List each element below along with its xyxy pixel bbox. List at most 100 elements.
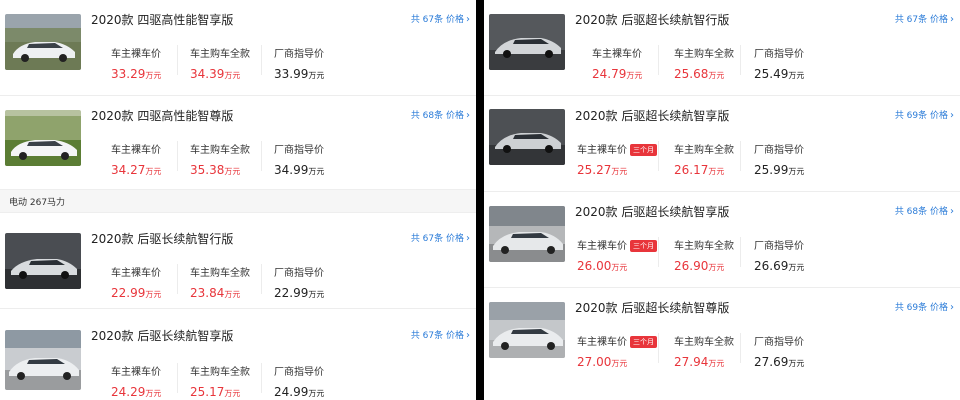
car-thumbnail[interactable] xyxy=(489,302,565,358)
price-count-text: 共 67条 价格 xyxy=(894,15,948,25)
chevron-right-icon: › xyxy=(950,110,954,121)
promo-tag: 三个月 xyxy=(630,336,657,348)
owner-full-price-value: 35.38 xyxy=(190,163,225,177)
car-thumbnail[interactable] xyxy=(5,330,81,390)
owner-full-price-value: 25.17 xyxy=(190,385,225,399)
msrp-price-label: 厂商指导价 xyxy=(754,145,804,156)
car-thumbnail[interactable] xyxy=(489,109,565,165)
car-trim-title[interactable]: 2020款 四驱高性能智享版 xyxy=(91,11,233,28)
car-thumbnail[interactable] xyxy=(489,14,565,70)
msrp-price-label: 厂商指导价 xyxy=(274,49,324,60)
msrp-price-label: 厂商指导价 xyxy=(274,367,324,378)
price-unit: 万元 xyxy=(308,389,325,398)
price-count-link[interactable]: 共 67条 价格 › xyxy=(411,328,470,341)
car-card[interactable]: 2020款 后驱超长续航智尊版 共 69条 价格 › 车主裸车价 三个月 27.00… xyxy=(484,288,960,384)
car-card[interactable]: 2020款 后驱超长续航智享版 共 69条 价格 › 车主裸车价 三个月 25.27… xyxy=(484,96,960,192)
car-card[interactable]: 2020款 后驱长续航智行版 共 67条 价格 › 车主裸车价 22.99万元 车… xyxy=(0,213,476,309)
engine-section-header: 电动 267马力 xyxy=(0,189,476,213)
msrp-price: 厂商指导价 25.49万元 xyxy=(754,45,804,82)
price-count-text: 共 67条 价格 xyxy=(410,15,464,25)
owner-full-price-value: 23.84 xyxy=(190,286,225,300)
owner-bare-price-label: 车主裸车价 xyxy=(577,241,627,252)
chevron-right-icon: › xyxy=(950,302,954,313)
car-thumbnail[interactable] xyxy=(5,233,81,289)
car-trim-title[interactable]: 2020款 后驱长续航智行版 xyxy=(91,230,233,247)
price-unit: 万元 xyxy=(611,167,628,176)
price-count-link[interactable]: 共 69条 价格 › xyxy=(895,108,954,121)
price-unit: 万元 xyxy=(788,359,805,368)
owner-bare-price: 车主裸车价 三个月 27.00万元 xyxy=(577,333,657,370)
owner-bare-price-label: 车主裸车价 xyxy=(577,337,627,348)
car-card[interactable]: 2020款 四驱高性能智享版 共 67条 价格 › 车主裸车价 33.29万元 车… xyxy=(0,0,476,96)
owner-full-price-label: 车主购车全款 xyxy=(190,268,250,279)
owner-full-price-label: 车主购车全款 xyxy=(190,49,250,60)
chevron-right-icon: › xyxy=(466,110,470,121)
price-unit: 万元 xyxy=(145,389,162,398)
owner-full-price: 车主购车全款 27.94万元 xyxy=(674,333,734,370)
price-count-link[interactable]: 共 68条 价格 › xyxy=(895,204,954,217)
car-trim-title[interactable]: 2020款 四驱高性能智尊版 xyxy=(91,107,233,124)
price-count-text: 共 69条 价格 xyxy=(894,111,948,121)
car-thumbnail[interactable] xyxy=(5,14,81,70)
msrp-price: 厂商指导价 26.69万元 xyxy=(754,237,804,274)
price-unit: 万元 xyxy=(708,359,725,368)
price-unit: 万元 xyxy=(788,263,805,272)
chevron-right-icon: › xyxy=(466,330,470,341)
car-trim-title[interactable]: 2020款 后驱超长续航智享版 xyxy=(575,203,729,220)
car-trim-title[interactable]: 2020款 后驱超长续航智行版 xyxy=(575,11,729,28)
owner-bare-price: 车主裸车价 三个月 26.00万元 xyxy=(577,237,657,274)
price-count-link[interactable]: 共 69条 价格 › xyxy=(895,300,954,313)
owner-bare-price-label: 车主裸车价 xyxy=(592,49,642,60)
price-unit: 万元 xyxy=(626,71,643,80)
promo-tag: 三个月 xyxy=(630,240,657,252)
car-trim-title[interactable]: 2020款 后驱超长续航智享版 xyxy=(575,107,729,124)
owner-full-price: 车主购车全款 35.38万元 xyxy=(190,141,250,178)
owner-bare-price: 车主裸车价 22.99万元 xyxy=(111,264,161,301)
car-trim-title[interactable]: 2020款 后驱长续航智享版 xyxy=(91,327,233,344)
owner-bare-price: 车主裸车价 24.29万元 xyxy=(111,363,161,400)
left-panel: 2020款 四驱高性能智享版 共 67条 价格 › 车主裸车价 33.29万元 车… xyxy=(0,0,476,400)
msrp-price-label: 厂商指导价 xyxy=(754,49,804,60)
price-unit: 万元 xyxy=(611,359,628,368)
price-unit: 万元 xyxy=(611,263,628,272)
owner-bare-price: 车主裸车价 三个月 25.27万元 xyxy=(577,141,657,178)
price-unit: 万元 xyxy=(224,290,241,299)
msrp-price-value: 25.49 xyxy=(754,67,789,81)
msrp-price: 厂商指导价 25.99万元 xyxy=(754,141,804,178)
car-trim-title[interactable]: 2020款 后驱超长续航智尊版 xyxy=(575,299,729,316)
owner-full-price: 车主购车全款 26.90万元 xyxy=(674,237,734,274)
car-thumbnail[interactable] xyxy=(489,206,565,262)
car-card[interactable]: 2020款 后驱长续航智享版 共 67条 价格 › 车主裸车价 24.29万元 车… xyxy=(0,309,476,400)
owner-bare-price-value: 33.29 xyxy=(111,67,146,81)
owner-bare-price-label: 车主裸车价 xyxy=(111,145,161,156)
owner-full-price: 车主购车全款 25.17万元 xyxy=(190,363,250,400)
price-unit: 万元 xyxy=(145,167,162,176)
owner-bare-price-value: 24.29 xyxy=(111,385,146,399)
owner-bare-price-label: 车主裸车价 xyxy=(111,268,161,279)
owner-bare-price-value: 26.00 xyxy=(577,259,612,273)
owner-bare-price-value: 34.27 xyxy=(111,163,146,177)
price-count-link[interactable]: 共 67条 价格 › xyxy=(895,12,954,25)
owner-full-price-label: 车主购车全款 xyxy=(674,49,734,60)
owner-bare-price-label: 车主裸车价 xyxy=(111,367,161,378)
chevron-right-icon: › xyxy=(466,233,470,244)
price-unit: 万元 xyxy=(224,389,241,398)
price-count-link[interactable]: 共 68条 价格 › xyxy=(411,108,470,121)
owner-bare-price-value: 25.27 xyxy=(577,163,612,177)
right-panel: 2020款 后驱超长续航智行版 共 67条 价格 › 车主裸车价 24.79万元 … xyxy=(484,0,960,400)
price-count-link[interactable]: 共 67条 价格 › xyxy=(411,231,470,244)
car-card[interactable]: 2020款 四驱高性能智尊版 共 68条 价格 › 车主裸车价 34.27万元 车… xyxy=(0,96,476,192)
owner-full-price: 车主购车全款 26.17万元 xyxy=(674,141,734,178)
owner-full-price-value: 27.94 xyxy=(674,355,709,369)
price-unit: 万元 xyxy=(308,167,325,176)
car-card[interactable]: 2020款 后驱超长续航智享版 共 68条 价格 › 车主裸车价 三个月 26.00… xyxy=(484,192,960,288)
car-card[interactable]: 2020款 后驱超长续航智行版 共 67条 价格 › 车主裸车价 24.79万元 … xyxy=(484,0,960,96)
engine-section-label: 电动 267马力 xyxy=(9,198,66,208)
msrp-price: 厂商指导价 27.69万元 xyxy=(754,333,804,370)
msrp-price: 厂商指导价 34.99万元 xyxy=(274,141,324,178)
msrp-price: 厂商指导价 33.99万元 xyxy=(274,45,324,82)
msrp-price-value: 22.99 xyxy=(274,286,309,300)
price-count-link[interactable]: 共 67条 价格 › xyxy=(411,12,470,25)
car-thumbnail[interactable] xyxy=(5,110,81,166)
promo-tag: 三个月 xyxy=(630,144,657,156)
